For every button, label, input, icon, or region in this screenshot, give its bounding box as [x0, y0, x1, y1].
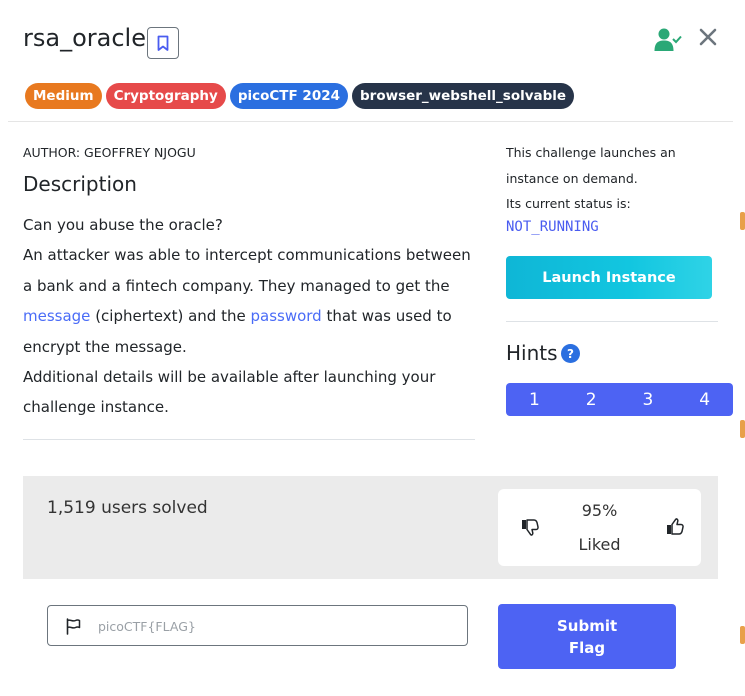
hints-help-icon[interactable]: ? [561, 344, 580, 363]
instance-divider [506, 321, 718, 322]
submit-flag-button[interactable]: Submit Flag [498, 604, 676, 669]
tag-event[interactable]: picoCTF 2024 [229, 83, 349, 109]
submit-flag-label: Submit Flag [557, 616, 618, 657]
password-link[interactable]: password [250, 307, 321, 325]
instance-status: NOT_RUNNING [506, 219, 599, 235]
author: AUTHOR: GEOFFREY NJOGU [23, 145, 196, 160]
thumbs-up-icon[interactable] [665, 517, 685, 537]
launch-instance-button[interactable]: Launch Instance [506, 256, 712, 299]
flag-icon [66, 618, 81, 635]
description-divider [23, 439, 475, 440]
edge-decoration [740, 626, 745, 644]
tag-webshell[interactable]: browser_webshell_solvable [352, 83, 575, 109]
header-divider [8, 121, 733, 122]
hints-title: Hints [506, 341, 558, 365]
instance-info: This challenge launches an instance on d… [506, 140, 726, 217]
solved-count: 1,519 users solved [47, 498, 208, 518]
hint-button[interactable]: 3 [620, 383, 677, 416]
bookmark-button[interactable] [147, 27, 179, 59]
edge-decoration [740, 212, 745, 230]
hint-button[interactable]: 4 [676, 383, 733, 416]
message-link[interactable]: message [23, 307, 90, 325]
edge-decoration [740, 420, 745, 438]
user-check-icon[interactable] [654, 27, 682, 53]
description-paragraph: An attacker was able to intercept commun… [23, 246, 471, 356]
like-card: 95% Liked [498, 489, 701, 566]
close-icon[interactable] [697, 26, 719, 48]
hint-button[interactable]: 2 [563, 383, 620, 416]
challenge-title: rsa_oracle [23, 24, 146, 52]
hint-button[interactable]: 1 [506, 383, 563, 416]
solve-stats-panel: 1,519 users solved 95% Liked [23, 476, 718, 579]
description-heading: Description [23, 172, 137, 196]
description-line: Additional details will be available aft… [23, 368, 436, 417]
instance-status-label: Its current status is: [506, 196, 631, 211]
flag-input[interactable]: picoCTF{FLAG} [47, 605, 468, 646]
thumbs-down-icon[interactable] [520, 517, 540, 537]
liked-label: Liked [578, 535, 621, 554]
tag-list: Medium Cryptography picoCTF 2024 browser… [25, 83, 575, 109]
bookmark-icon [157, 35, 169, 51]
hints-bar: 1 2 3 4 [506, 383, 733, 416]
description-line: Can you abuse the oracle? [23, 216, 223, 234]
tag-category[interactable]: Cryptography [105, 83, 226, 109]
tag-difficulty[interactable]: Medium [25, 83, 102, 109]
flag-input-placeholder: picoCTF{FLAG} [98, 619, 196, 634]
description-body: Can you abuse the oracle? An attacker wa… [23, 210, 473, 423]
instance-line: This challenge launches an instance on d… [506, 145, 676, 186]
